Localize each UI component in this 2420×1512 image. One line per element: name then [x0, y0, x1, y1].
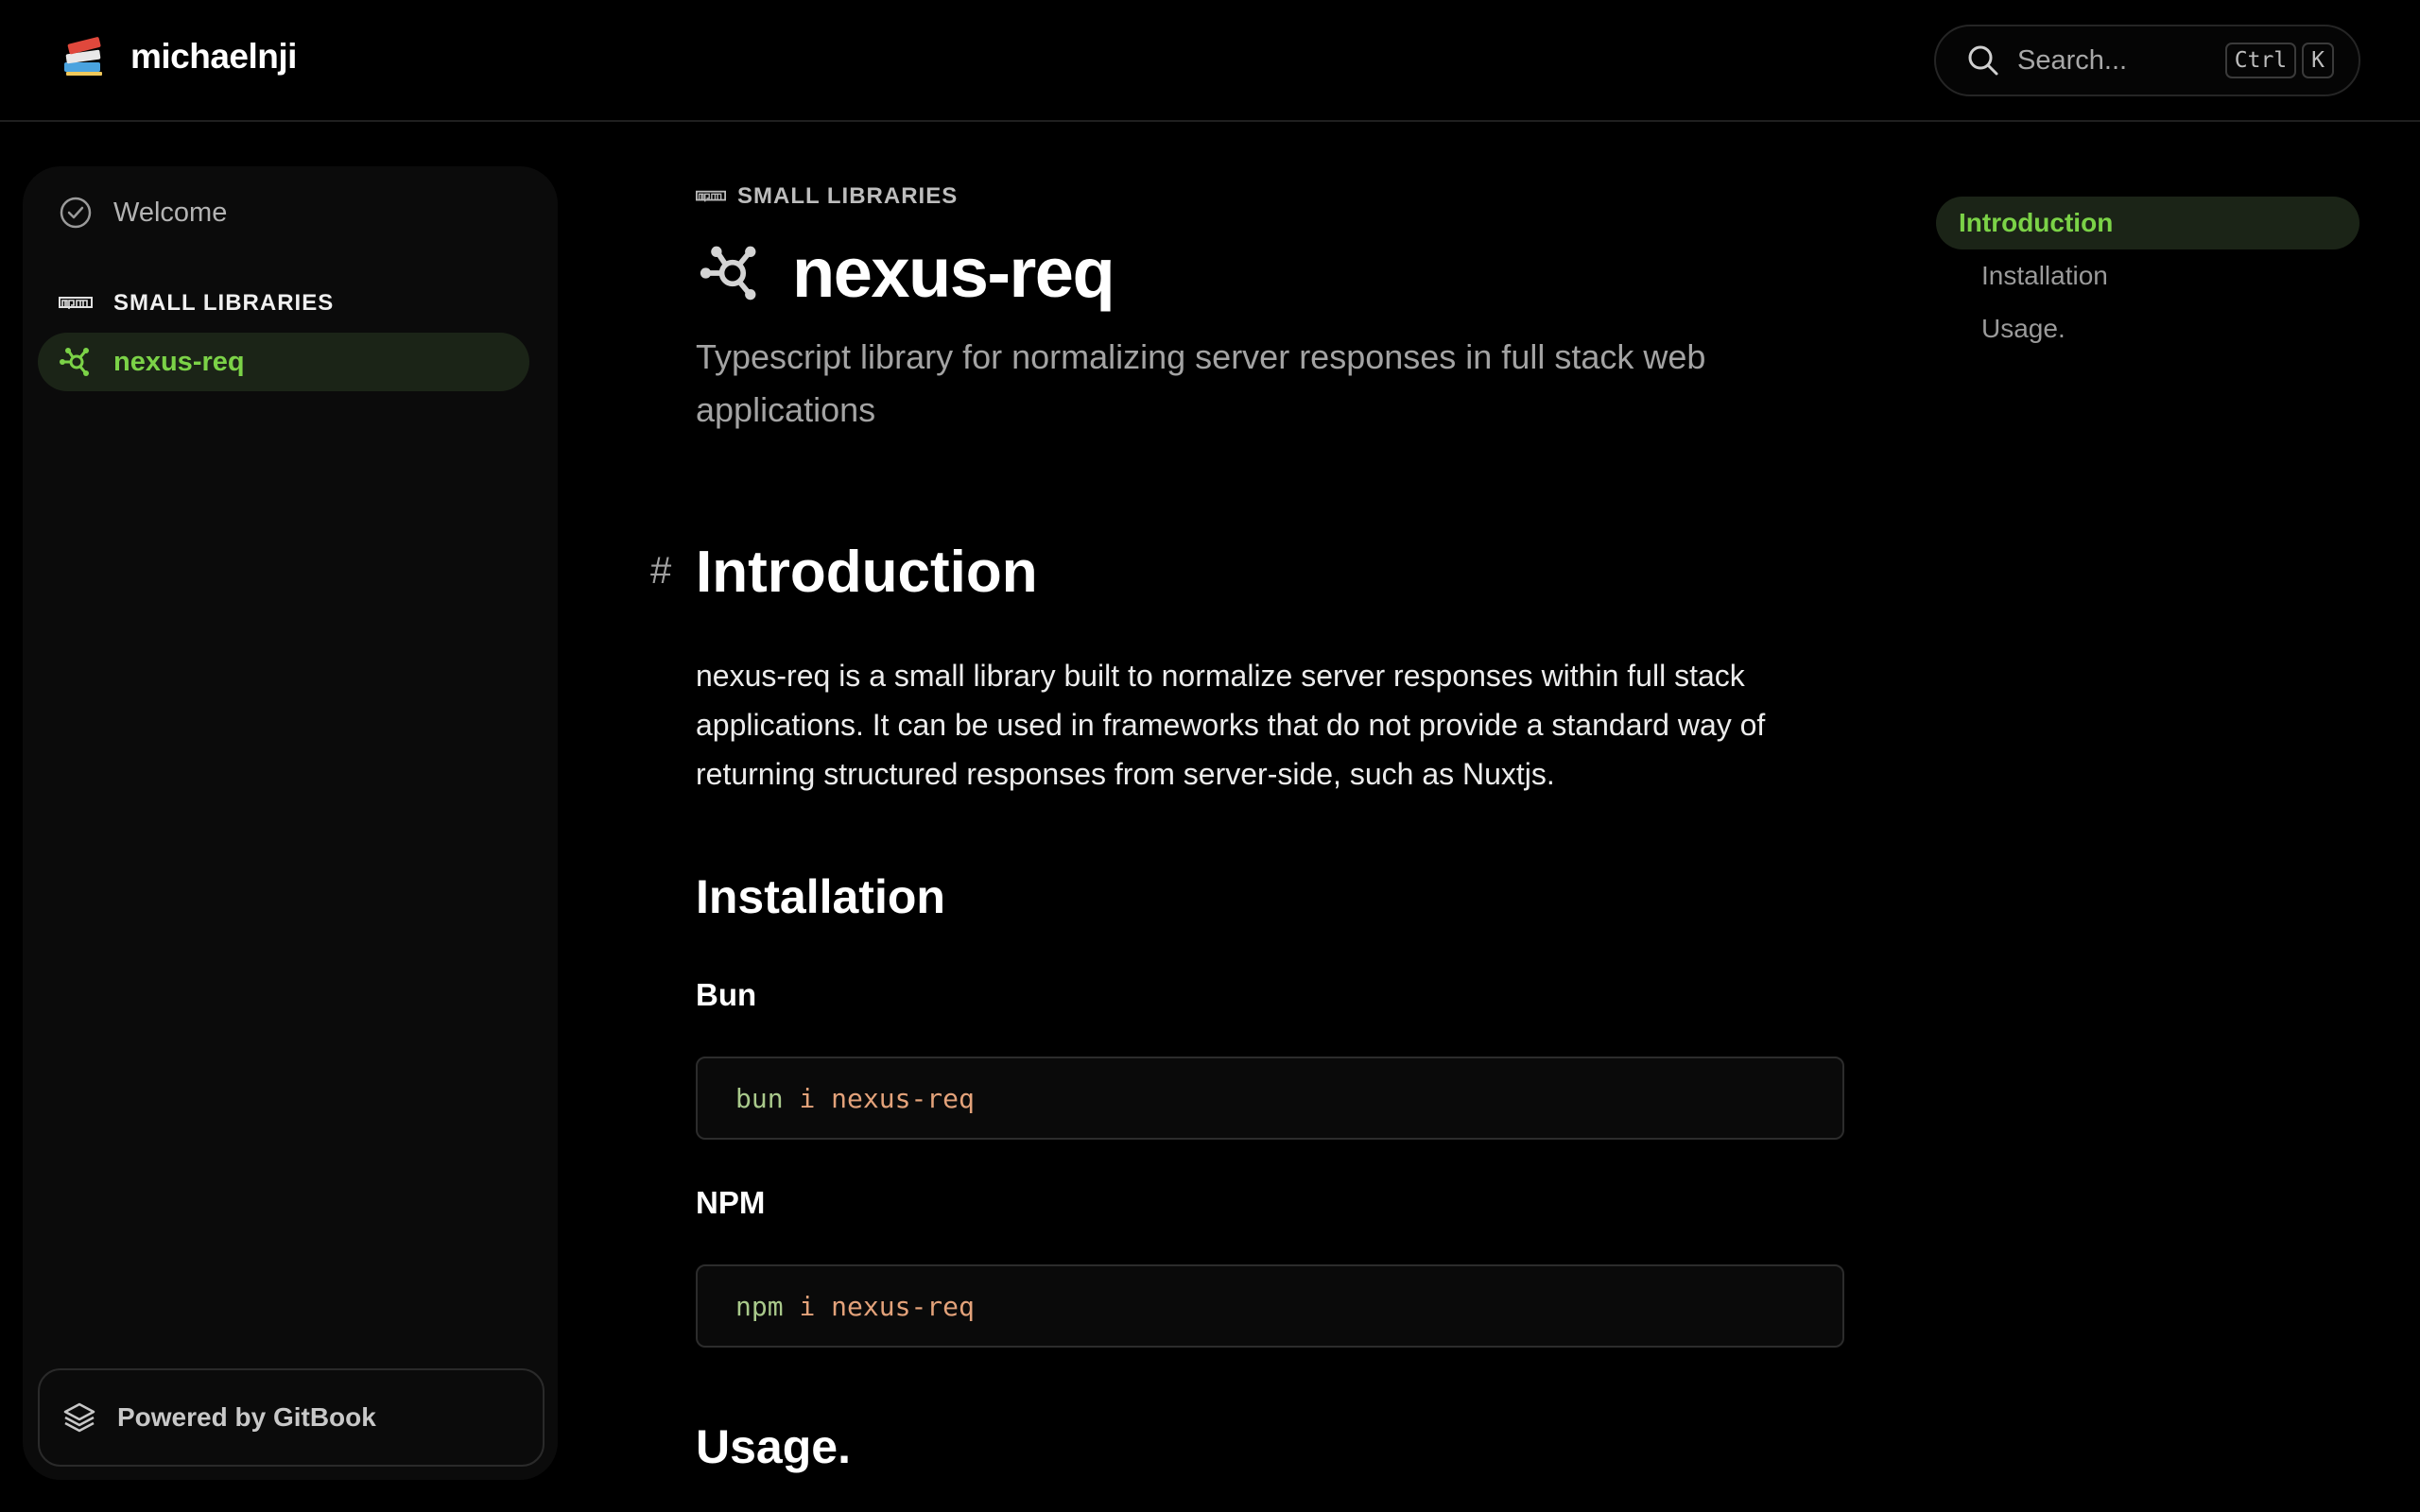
heading-usage: Usage. [696, 1420, 851, 1473]
powered-by-gitbook-link[interactable]: Powered by GitBook [38, 1368, 544, 1467]
powered-by-label: Powered by GitBook [117, 1402, 376, 1432]
code-command: bun [735, 1082, 784, 1114]
code-block-bun[interactable]: bun i nexus-req [696, 1057, 1844, 1140]
shortcut-k-key: K [2302, 43, 2334, 78]
sidebar-item-label: Welcome [113, 197, 228, 228]
page-title: nexus-req [792, 233, 1115, 312]
sidebar-section-label: SMALL LIBRARIES [113, 290, 335, 316]
shortcut-ctrl-key: Ctrl [2224, 43, 2297, 78]
books-logo-icon [64, 37, 102, 76]
sidebar-section-header: SMALL LIBRARIES [59, 289, 334, 318]
sidebar: Welcome SMALL LIBRARIES nexus-req Powere… [23, 166, 558, 1480]
heading-introduction: Introduction [696, 540, 1038, 605]
heading-installation: Installation [696, 870, 945, 923]
network-hub-icon [700, 246, 756, 300]
code-arguments: i nexus-req [799, 1082, 975, 1114]
sidebar-item-nexus-req[interactable]: nexus-req [38, 333, 529, 391]
heading-npm: NPM [696, 1185, 766, 1220]
network-hub-icon [60, 348, 89, 376]
page-description: Typescript library for normalizing serve… [696, 337, 1706, 429]
search-icon [1968, 45, 1998, 76]
page-title-row: nexus-req [696, 232, 1115, 313]
toc-item-installation[interactable]: Installation [1936, 249, 2360, 302]
heading-anchor-link[interactable]: # [650, 550, 671, 593]
brand-link[interactable]: michaelnji [60, 34, 297, 79]
code-command: npm [735, 1290, 784, 1322]
breadcrumb[interactable]: SMALL LIBRARIES [696, 183, 958, 210]
gitbook-icon [63, 1402, 95, 1433]
check-circle-icon [60, 197, 92, 229]
heading-bun: Bun [696, 977, 757, 1012]
intro-paragraph: nexus-req is a small library built to no… [696, 659, 1766, 791]
toc-item-usage[interactable]: Usage. [1936, 302, 2360, 355]
breadcrumb-label: SMALL LIBRARIES [737, 183, 959, 209]
code-arguments: i nexus-req [799, 1290, 975, 1322]
top-bar: michaelnji Search... Ctrl K [0, 0, 2420, 122]
sidebar-item-welcome[interactable]: Welcome [59, 191, 227, 234]
npm-icon [696, 190, 726, 202]
sidebar-item-label: nexus-req [113, 346, 245, 377]
toc-item-introduction[interactable]: Introduction [1936, 197, 2360, 249]
brand-name: michaelnji [130, 37, 297, 76]
npm-icon [59, 297, 93, 309]
table-of-contents: Introduction Installation Usage. [1936, 197, 2360, 355]
code-block-npm[interactable]: npm i nexus-req [696, 1264, 1844, 1348]
search-placeholder: Search... [2017, 44, 2128, 76]
search-input[interactable]: Search... Ctrl K [1934, 25, 2360, 96]
